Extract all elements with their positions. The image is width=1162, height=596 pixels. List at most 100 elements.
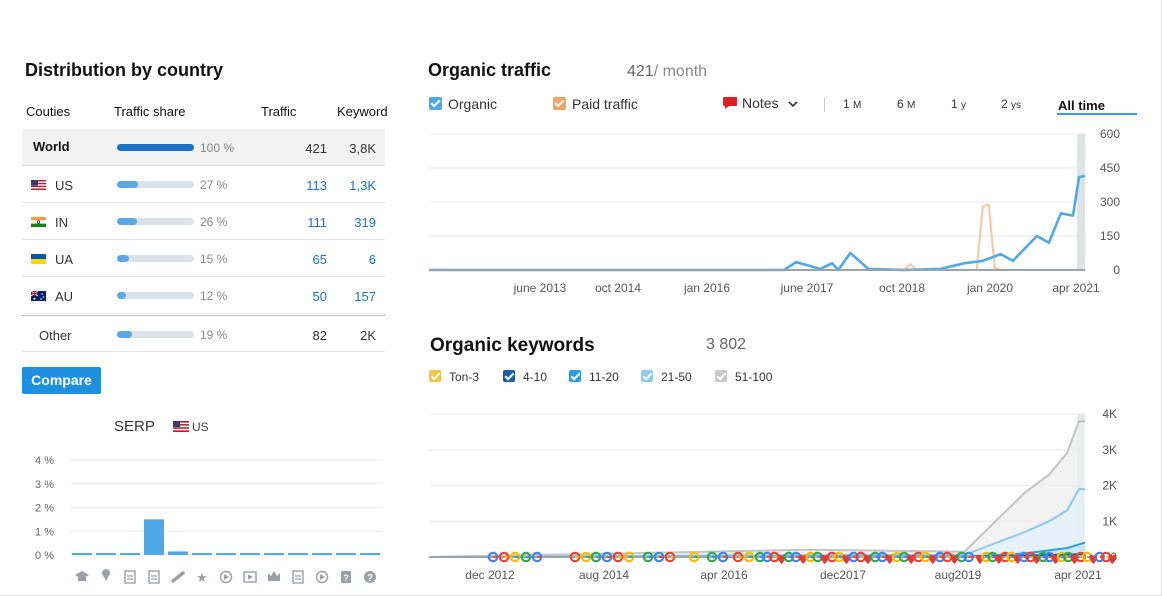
country-name[interactable]: US [55, 178, 73, 193]
keyword-count: 2K [360, 328, 376, 343]
range-1m-unit: M [853, 100, 862, 111]
keyword-count[interactable]: 319 [354, 215, 376, 230]
map-pin-icon[interactable] [102, 569, 110, 581]
country-row[interactable]: IN 26 % 111 319 [22, 203, 385, 240]
header-traffic[interactable]: Traffic [261, 104, 296, 119]
video-icon[interactable] [243, 571, 257, 583]
qbox-glyph: ? [343, 573, 349, 583]
organic-keywords-value: 3 802 [706, 336, 747, 353]
keywords-x-tick: apr 2021 [1054, 568, 1102, 582]
organic-keywords-chart: 4K3K2K1K0dec 2012aug 2014apr 2016dec2017… [428, 407, 1117, 582]
header-traffic-share[interactable]: Traffic share [114, 104, 186, 119]
traffic-share-percent: 100 % [200, 141, 235, 155]
star-icon[interactable]: ★ [196, 570, 208, 585]
link-icon[interactable] [171, 571, 185, 583]
traffic-unit-label: month [662, 63, 708, 80]
help-circle-icon[interactable]: ? [364, 571, 376, 584]
graduation-cap-icon[interactable] [75, 571, 89, 581]
compare-button[interactable]: Compare [22, 367, 101, 394]
keywords-y-tick: 3K [1102, 443, 1117, 457]
traffic-value[interactable]: 111 [307, 215, 327, 230]
keywords-x-tick: dec 2012 [465, 568, 515, 582]
serp-bar [312, 553, 332, 555]
keyword-count[interactable]: 157 [354, 289, 376, 304]
legend-21-50[interactable]: 21-50 [641, 370, 692, 384]
country-row[interactable]: UA 15 % 65 6 [22, 240, 385, 277]
au-flag-icon [31, 291, 46, 301]
checkbox-icon [641, 370, 653, 382]
country-row[interactable]: AU 12 % 50 157 [22, 277, 385, 314]
serp-bar [168, 551, 188, 555]
legend-51-100[interactable]: 51-100 [715, 370, 772, 384]
crown-icon[interactable] [268, 571, 280, 581]
header-keyword[interactable]: Keyword [337, 104, 388, 119]
organic-traffic-title: Organic traffic [428, 60, 552, 80]
traffic-end-band [1077, 134, 1085, 270]
country-name[interactable]: AU [55, 289, 73, 304]
traffic-value[interactable]: 65 [313, 252, 327, 267]
play-icon[interactable] [219, 570, 233, 584]
in-flag-icon [31, 217, 46, 227]
serp-chart: 4 % 3 % 2 % 1 % 0 % ★?? [35, 455, 382, 585]
range-active-indicator [1057, 113, 1137, 115]
legend-paid-label: Paid traffic [572, 96, 638, 112]
image-icon[interactable] [148, 570, 160, 584]
checkbox-icon [429, 97, 442, 110]
serp-country[interactable]: US [173, 420, 209, 434]
traffic-unit: / month [653, 63, 708, 80]
country-row[interactable]: Other 19 % 82 2K [22, 315, 385, 352]
legend-11-20[interactable]: 11-20 [569, 370, 619, 384]
us-flag-icon [31, 180, 46, 190]
serp-y-tick: 1 % [35, 526, 54, 538]
document-icon[interactable] [124, 570, 136, 584]
serp-bar [264, 553, 284, 555]
organic-keywords-title: Organic keywords [430, 335, 595, 356]
question-box-icon[interactable]: ? [341, 571, 351, 583]
range-1y[interactable]: 1 y [951, 97, 966, 111]
header-country[interactable]: Couties [26, 104, 70, 119]
notes-dropdown[interactable]: Notes [722, 95, 799, 111]
traffic-value[interactable]: 50 [313, 289, 327, 304]
keyword-count[interactable]: 1,3K [349, 178, 376, 193]
traffic-share-fill [117, 218, 138, 225]
us-flag-icon [173, 421, 189, 432]
country-row[interactable]: US 27 % 113 1,3K [22, 166, 385, 203]
country-name: World [33, 139, 70, 154]
legend-top3[interactable]: Ton-3 [429, 370, 479, 384]
serp-title: SERP [114, 418, 155, 435]
range-6m-value: 6 [897, 97, 904, 111]
legend-organic[interactable]: Organic [429, 96, 497, 112]
keyword-count[interactable]: 6 [369, 252, 376, 267]
legend-21-50-label: 21-50 [661, 370, 692, 384]
serp-y-tick: 3 % [35, 479, 54, 491]
ua-flag-icon [31, 254, 46, 264]
country-name[interactable]: IN [55, 215, 68, 230]
country-name[interactable]: UA [55, 252, 73, 267]
photo-icon[interactable] [292, 570, 304, 584]
traffic-share-bar [117, 292, 194, 299]
chevron-down-icon [788, 101, 799, 108]
legend-4-10[interactable]: 4-10 [503, 370, 547, 384]
checkbox-icon [569, 370, 581, 382]
organic-series-line [429, 174, 1086, 272]
organic-traffic-chart: 600 450 300 150 0 june 2013 oct 2014 jan 2016 ju… [429, 127, 1120, 295]
traffic-share-percent: 27 % [200, 178, 228, 192]
checkbox-icon [553, 97, 566, 110]
traffic-share-bar [117, 181, 194, 188]
traffic-y-tick: 150 [1100, 229, 1120, 243]
range-2ys[interactable]: 2 ys [1001, 97, 1021, 111]
serp-bar [288, 553, 308, 555]
traffic-value[interactable]: 113 [306, 178, 327, 193]
divider [824, 97, 825, 112]
range-6m-unit: M [907, 100, 916, 111]
legend-paid[interactable]: Paid traffic [553, 96, 638, 112]
country-row[interactable]: World 100 % 421 3,8K [22, 129, 385, 166]
play-circle-icon[interactable] [315, 570, 329, 584]
checkbox-icon [715, 370, 727, 382]
range-1y-value: 1 [951, 97, 958, 111]
range-6m[interactable]: 6 M [897, 97, 915, 111]
range-all-time[interactable]: All time [1058, 98, 1105, 113]
traffic-share-fill [117, 255, 129, 262]
range-1m[interactable]: 1 M [843, 97, 861, 111]
traffic-y-tick: 600 [1100, 127, 1120, 141]
